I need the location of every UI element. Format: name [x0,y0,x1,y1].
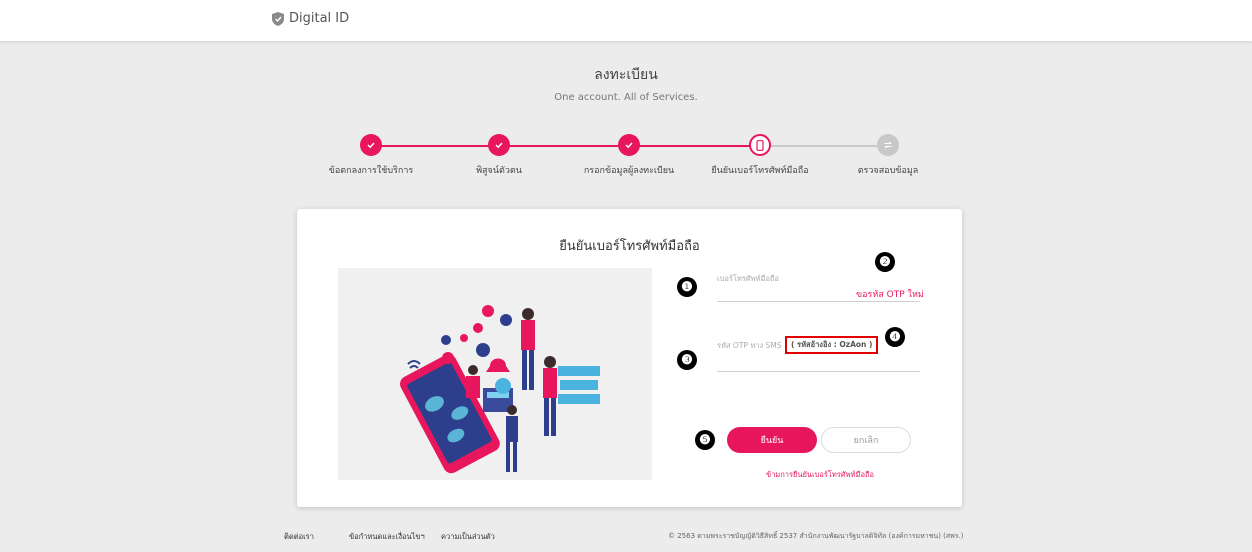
step-4-label: ยืนยันเบอร์โทรศัพท์มือถือ [711,166,809,176]
step-2-label: พิสูจน์ตัวตน [476,166,522,176]
phone-input[interactable] [717,301,920,302]
exchange-icon [884,141,892,149]
copyright-text: © 2563 ตามพระราชบัญญัติวิธีสิทธิ์ 2537 ส… [668,532,964,540]
step-3-dot [618,134,640,156]
step-1-dot [360,134,382,156]
cancel-button[interactable]: ยกเลิก [821,427,911,453]
footer-link-terms[interactable]: ข้อกำหนดและเงื่อนไขฯ [349,531,425,543]
step-connector [371,145,499,147]
annotation-marker-3: ❸ [677,350,697,370]
annotation-marker-4: ❹ [885,327,905,347]
request-otp-link[interactable]: ขอรหัส OTP ใหม่ [856,287,924,301]
annotation-marker-2: ❷ [875,252,895,272]
mobile-illustration [338,268,652,480]
step-2-dot [488,134,510,156]
annotation-marker-1: ❶ [677,277,697,297]
footer-link-contact[interactable]: ติดต่อเรา [284,531,314,543]
reference-code: ( รหัสอ้างอิง : OzAon ) [785,336,879,354]
check-icon [495,142,503,149]
confirm-button[interactable]: ยืนยัน [727,427,817,453]
skip-verification-link[interactable]: ข้ามการยืนยันเบอร์โทรศัพท์มือถือ [727,469,913,481]
check-icon [367,142,375,149]
step-5-label: ตรวจสอบข้อมูล [857,166,919,176]
step-connector [629,145,760,147]
check-icon [625,142,633,149]
step-5-dot [877,134,899,156]
phone-label: เบอร์โทรศัพท์มือถือ [717,274,779,283]
step-3-label: กรอกข้อมูลผู้ลงทะเบียน [583,166,675,176]
otp-label: รหัส OTP ทาง SMS [717,341,782,350]
otp-verification-card: ยืนยัน เบอร์โทรศัพท์มือถือ เบอร์โทรศัพท์ม… [297,209,962,507]
step-1-label: ข้อตกลงการใช้บริการ [328,166,414,176]
footer-link-privacy[interactable]: ความเป็นส่วนตัว [441,531,495,543]
otp-input[interactable] [717,371,920,372]
step-4-dot [749,134,771,156]
registration-stepper: ข้อตกลงการใช้บริการ พิสูจน์ตัวตน กรอกข้อ… [0,0,1252,200]
card-title: ยืนยันเบอร์โทรศัพท์มือถือ [559,239,700,254]
step-connector [760,145,888,147]
step-connector [499,145,629,147]
social-media-illustration [400,305,600,474]
phone-icon [756,139,764,151]
annotation-marker-5: ❺ [695,430,715,450]
